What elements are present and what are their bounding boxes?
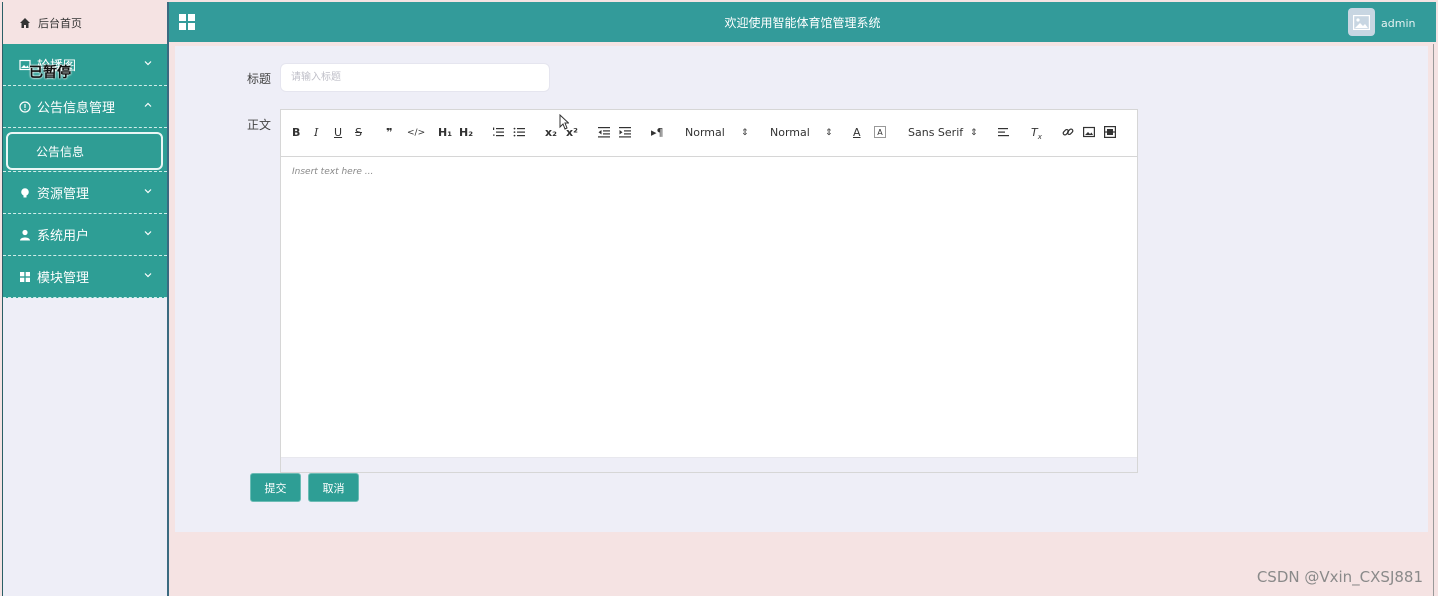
rich-text-editor: B I U S ❞ </> H₁ H₂ x₂ x² ▸¶ Normal ⇕ No… (280, 109, 1138, 473)
sidebar-item-resources[interactable]: 资源管理 (3, 172, 167, 214)
select-arrows-icon: ⇕ (825, 128, 833, 138)
sidebar-subitem-announcement-info[interactable]: 公告信息 (6, 132, 163, 170)
select-arrows-icon: ⇕ (970, 128, 978, 138)
bold-icon[interactable]: B (292, 127, 300, 139)
chevron-down-icon (143, 270, 153, 280)
sidebar-home[interactable]: 后台首页 (3, 2, 167, 44)
header-select-value: Normal (685, 126, 725, 139)
align-icon[interactable] (998, 126, 1010, 138)
sidebar-item-carousel[interactable]: 轮播图 (3, 44, 167, 86)
outdent-icon[interactable] (598, 126, 610, 138)
sidebar-item-label: 系统用户 (37, 229, 90, 244)
header1-icon[interactable]: H₁ (438, 127, 452, 139)
chevron-down-icon (143, 58, 153, 68)
editor-placeholder: Insert text here ... (292, 167, 374, 177)
editor-footer (281, 457, 1137, 472)
form-panel: 标题 正文 B I U S ❞ </> H₁ H₂ x₂ x² (175, 46, 1428, 532)
italic-icon[interactable]: I (314, 127, 318, 139)
size-select-value: Normal (770, 126, 810, 139)
code-icon[interactable]: </> (407, 127, 425, 139)
body-label: 正文 (247, 118, 272, 132)
watermark: CSDN @Vxin_CXSJ881 (1256, 568, 1423, 586)
title-input[interactable] (280, 63, 550, 92)
strike-icon[interactable]: S (355, 127, 362, 139)
ordered-list-icon[interactable] (492, 126, 504, 138)
editor-toolbar: B I U S ❞ </> H₁ H₂ x₂ x² ▸¶ Normal ⇕ No… (281, 110, 1137, 157)
sidebar-subitem-label: 公告信息 (36, 144, 85, 159)
title-label: 标题 (247, 72, 272, 86)
sidebar-home-label: 后台首页 (38, 17, 82, 30)
font-select[interactable]: Sans Serif (908, 127, 963, 139)
page-title: 欢迎使用智能体育馆管理系统 (724, 16, 881, 30)
bullet-list-icon[interactable] (513, 126, 525, 138)
sidebar: 后台首页 轮播图 公告信息管理 公告信息 资源管理 系统用户 模块管理 (2, 2, 169, 596)
mouse-cursor-icon (559, 114, 569, 130)
submit-button[interactable]: 提交 (250, 473, 301, 502)
username[interactable]: admin (1381, 17, 1415, 30)
chevron-up-icon (143, 100, 153, 110)
font-select-value: Sans Serif (908, 126, 964, 139)
chevron-down-icon (143, 228, 153, 238)
sidebar-item-announcements[interactable]: 公告信息管理 (3, 86, 167, 128)
link-icon[interactable] (1062, 126, 1074, 138)
svg-text:A: A (877, 128, 883, 137)
grid-icon (19, 271, 31, 283)
blockquote-icon[interactable]: ❞ (386, 127, 392, 139)
sidebar-item-label: 公告信息管理 (37, 101, 116, 116)
window-edge (1433, 44, 1434, 596)
sidebar-item-modules[interactable]: 模块管理 (3, 256, 167, 298)
cancel-button[interactable]: 取消 (308, 473, 359, 502)
bulb-icon (19, 187, 31, 199)
top-header: 欢迎使用智能体育馆管理系统 admin (169, 2, 1436, 42)
size-select[interactable]: Normal (770, 127, 810, 139)
sidebar-item-label: 模块管理 (37, 271, 90, 286)
sidebar-item-system-users[interactable]: 系统用户 (3, 214, 167, 256)
user-icon (19, 229, 31, 241)
select-arrows-icon: ⇕ (741, 128, 749, 138)
chevron-down-icon (143, 186, 153, 196)
text-color-icon[interactable]: A (853, 127, 861, 139)
sidebar-item-label: 资源管理 (37, 187, 90, 202)
image-insert-icon[interactable] (1083, 126, 1095, 138)
header-select[interactable]: Normal (685, 127, 725, 139)
avatar[interactable] (1348, 8, 1375, 36)
editor-body[interactable]: Insert text here ... (281, 157, 1137, 458)
clear-format-icon[interactable]: Tx (1031, 126, 1042, 143)
text-direction-icon[interactable]: ▸¶ (651, 127, 664, 139)
image-placeholder-icon (1353, 14, 1370, 30)
video-insert-icon[interactable] (1104, 126, 1116, 138)
background-color-icon[interactable]: A (874, 126, 886, 138)
home-icon (19, 17, 31, 29)
paused-overlay: 已暂停 (29, 65, 71, 81)
info-circle-icon (19, 100, 31, 113)
subscript-icon[interactable]: x₂ (545, 127, 557, 139)
underline-icon[interactable]: U (334, 127, 342, 139)
header2-icon[interactable]: H₂ (459, 127, 473, 139)
indent-icon[interactable] (619, 126, 631, 138)
submenu-announcements: 公告信息 (3, 128, 167, 172)
